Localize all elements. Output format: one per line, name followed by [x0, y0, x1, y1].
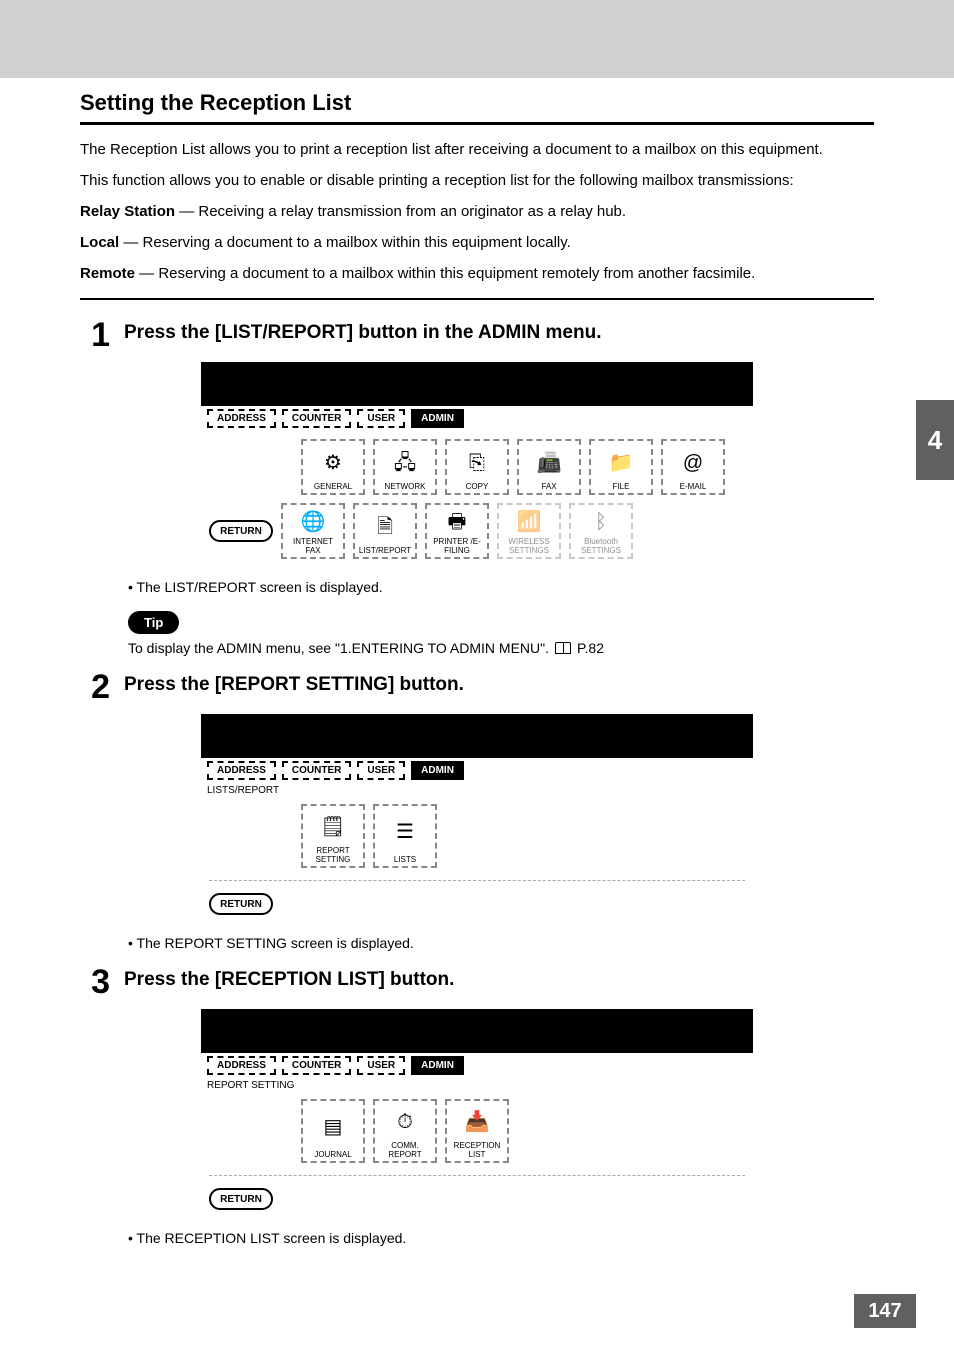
tab-counter[interactable]: COUNTER: [282, 1056, 351, 1075]
admin-network-button[interactable]: 🖧NETWORK: [373, 439, 437, 495]
definition-term: Relay Station: [80, 203, 175, 220]
tab-address[interactable]: ADDRESS: [207, 409, 276, 428]
screenshot-report-setting: ADDRESS COUNTER USER ADMIN REPORT SETTIN…: [201, 1009, 753, 1220]
definition-remote: Remote — Reserving a document to a mailb…: [80, 263, 874, 284]
wireless-icon: 📶: [517, 507, 542, 537]
admin-bluetooth-button[interactable]: ᛒBluetooth SETTINGS: [569, 503, 633, 559]
step-1-note: The LIST/REPORT screen is displayed.: [128, 579, 874, 595]
return-button[interactable]: RETURN: [209, 520, 273, 542]
lists-icon: ☰: [396, 808, 414, 855]
definition-text: — Reserving a document to a mailbox with…: [119, 234, 571, 251]
step-1: 1 Press the [LIST/REPORT] button in the …: [80, 318, 874, 352]
tab-user[interactable]: USER: [357, 1056, 405, 1075]
intro-paragraph-1: The Reception List allows you to print a…: [80, 139, 874, 160]
step-2: 2 Press the [REPORT SETTING] button.: [80, 670, 874, 704]
screenshot-admin-menu: ADDRESS COUNTER USER ADMIN ⚙GENERAL 🖧NET…: [201, 362, 753, 569]
tab-user[interactable]: USER: [357, 761, 405, 780]
admin-internet-fax-button[interactable]: 🌐INTERNET FAX: [281, 503, 345, 559]
step-number: 1: [80, 318, 110, 352]
general-icon: ⚙: [324, 443, 342, 482]
report-setting-button[interactable]: 🗒REPORT SETTING: [301, 804, 365, 868]
tab-admin[interactable]: ADMIN: [411, 761, 464, 780]
definition-text: — Reserving a document to a mailbox with…: [135, 265, 755, 282]
fax-icon: 📠: [537, 443, 562, 482]
admin-list-report-button[interactable]: 🗎LIST/REPORT: [353, 503, 417, 559]
heading-rule: [80, 122, 874, 125]
step-3: 3 Press the [RECEPTION LIST] button.: [80, 965, 874, 999]
screenshot-lists-report: ADDRESS COUNTER USER ADMIN LISTS/REPORT …: [201, 714, 753, 925]
comm-report-button[interactable]: ⏱COMM. REPORT: [373, 1099, 437, 1163]
reception-list-button[interactable]: 📥RECEPTION LIST: [445, 1099, 509, 1163]
email-icon: @: [683, 443, 703, 482]
printer-icon: 🖶: [448, 507, 467, 537]
tab-bar: ADDRESS COUNTER USER ADMIN: [201, 1053, 753, 1078]
admin-email-button[interactable]: @E-MAIL: [661, 439, 725, 495]
admin-general-button[interactable]: ⚙GENERAL: [301, 439, 365, 495]
tab-admin[interactable]: ADMIN: [411, 409, 464, 428]
tab-counter[interactable]: COUNTER: [282, 409, 351, 428]
tip-text: To display the ADMIN menu, see "1.ENTERI…: [128, 640, 874, 656]
lists-button[interactable]: ☰LISTS: [373, 804, 437, 868]
tab-bar: ADDRESS COUNTER USER ADMIN: [201, 758, 753, 783]
step-title: Press the [RECEPTION LIST] button.: [124, 965, 454, 999]
journal-button[interactable]: ▤JOURNAL: [301, 1099, 365, 1163]
tab-bar: ADDRESS COUNTER USER ADMIN: [201, 406, 753, 431]
step-number: 3: [80, 965, 110, 999]
tab-address[interactable]: ADDRESS: [207, 761, 276, 780]
page-number: 147: [854, 1294, 916, 1328]
bluetooth-icon: ᛒ: [595, 507, 607, 537]
definition-local: Local — Reserving a document to a mailbo…: [80, 232, 874, 253]
definition-text: — Receiving a relay transmission from an…: [175, 203, 626, 220]
step-title: Press the [LIST/REPORT] button in the AD…: [124, 318, 601, 352]
screen-label: REPORT SETTING: [201, 1078, 753, 1091]
admin-file-button[interactable]: 📁FILE: [589, 439, 653, 495]
report-setting-icon: 🗒: [320, 808, 345, 846]
step-3-note: The RECEPTION LIST screen is displayed.: [128, 1230, 874, 1246]
page-top-margin: [0, 0, 954, 78]
journal-icon: ▤: [324, 1103, 343, 1150]
return-button[interactable]: RETURN: [209, 893, 273, 915]
tab-admin[interactable]: ADMIN: [411, 1056, 464, 1075]
section-heading: Setting the Reception List: [80, 90, 874, 116]
book-icon: [555, 642, 571, 654]
screen-label: LISTS/REPORT: [201, 783, 753, 796]
intro-paragraph-2: This function allows you to enable or di…: [80, 170, 874, 191]
definition-term: Local: [80, 234, 119, 251]
step-number: 2: [80, 670, 110, 704]
tip-page-ref: P.82: [577, 640, 604, 656]
tab-counter[interactable]: COUNTER: [282, 761, 351, 780]
copy-icon: ⎘: [469, 443, 485, 482]
tab-address[interactable]: ADDRESS: [207, 1056, 276, 1075]
comm-report-icon: ⏱: [397, 1103, 413, 1141]
tab-user[interactable]: USER: [357, 409, 405, 428]
ifax-icon: 🌐: [301, 507, 326, 537]
chapter-tab: 4: [916, 400, 954, 480]
file-icon: 📁: [609, 443, 634, 482]
definition-relay: Relay Station — Receiving a relay transm…: [80, 201, 874, 222]
admin-printer-efiling-button[interactable]: 🖶PRINTER /E-FILING: [425, 503, 489, 559]
admin-copy-button[interactable]: ⎘COPY: [445, 439, 509, 495]
reception-list-icon: 📥: [465, 1103, 490, 1141]
tip-badge: Tip: [128, 611, 179, 634]
admin-wireless-button[interactable]: 📶WIRELESS SETTINGS: [497, 503, 561, 559]
separator-rule: [80, 298, 874, 300]
list-report-icon: 🗎: [377, 507, 393, 546]
step-2-note: The REPORT SETTING screen is displayed.: [128, 935, 874, 951]
return-button[interactable]: RETURN: [209, 1188, 273, 1210]
admin-fax-button[interactable]: 📠FAX: [517, 439, 581, 495]
definition-term: Remote: [80, 265, 135, 282]
network-icon: 🖧: [394, 443, 416, 482]
step-title: Press the [REPORT SETTING] button.: [124, 670, 464, 704]
tip-body: To display the ADMIN menu, see "1.ENTERI…: [128, 640, 549, 656]
